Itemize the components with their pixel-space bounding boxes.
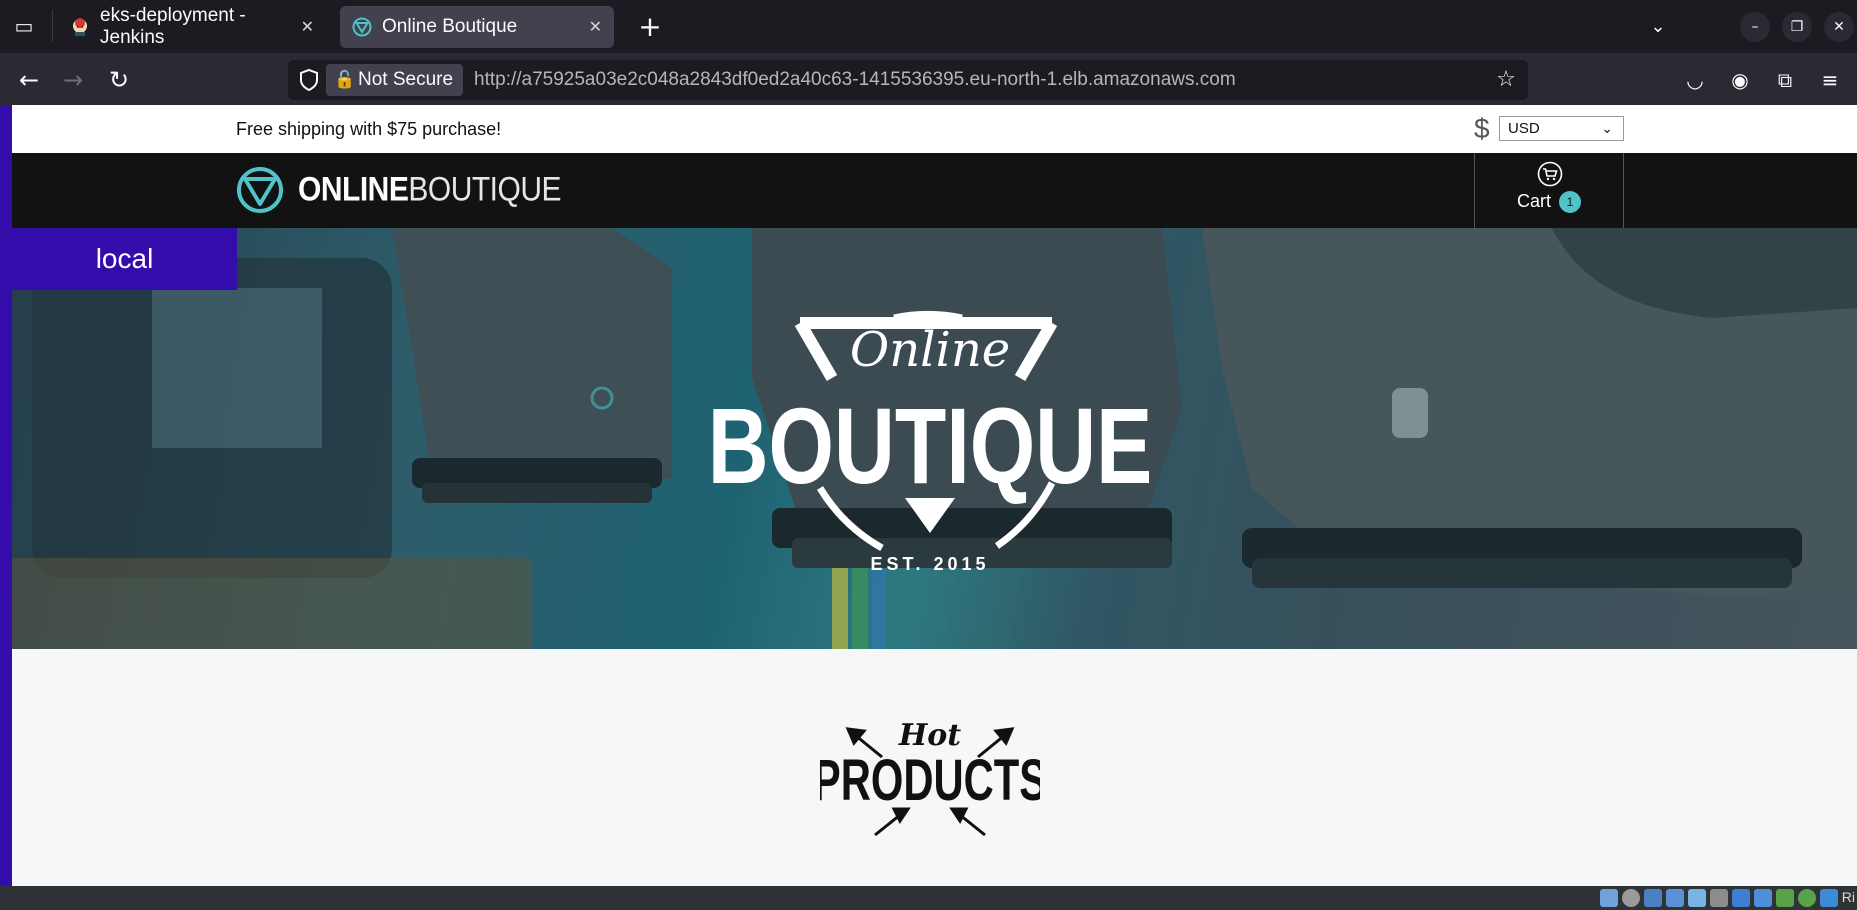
os-taskbar: Ri bbox=[0, 886, 1857, 910]
tray-text: Ri bbox=[1841, 889, 1855, 905]
tray-folder-icon[interactable] bbox=[1643, 889, 1662, 907]
logo-light-text: BOUTIQUE bbox=[408, 170, 562, 209]
tray-window-icon[interactable] bbox=[1665, 889, 1684, 907]
pocket-icon[interactable]: ◡ bbox=[1680, 65, 1710, 95]
browser-tab-bar: ▭ eks-deployment - Jenkins ✕ Online Bout… bbox=[0, 0, 1857, 53]
forward-icon[interactable]: → bbox=[56, 63, 90, 97]
boutique-logo-icon bbox=[237, 167, 283, 213]
back-icon[interactable]: ← bbox=[12, 63, 46, 97]
hot-products-heading: Hot PRODUCTS bbox=[820, 718, 1040, 837]
tab-title: Online Boutique bbox=[382, 16, 518, 37]
logo-bold-text: ONLINE bbox=[298, 170, 409, 209]
tab-separator bbox=[52, 10, 53, 42]
extensions-icon[interactable]: ⧉ bbox=[1770, 65, 1800, 95]
restore-icon[interactable]: ❐ bbox=[1782, 12, 1812, 42]
tray-download-icon[interactable] bbox=[1819, 889, 1838, 907]
free-shipping-text: Free shipping with $75 purchase! bbox=[236, 119, 502, 139]
bookmark-star-icon[interactable]: ☆ bbox=[1492, 66, 1520, 94]
cart-count-badge: 1 bbox=[1559, 191, 1581, 213]
not-secure-badge[interactable]: 🔓 Not Secure bbox=[326, 64, 464, 96]
hero-script-text: Online bbox=[850, 322, 1010, 378]
reload-icon[interactable]: ↻ bbox=[102, 63, 136, 97]
system-tray: Ri bbox=[1599, 888, 1857, 908]
browser-nav-bar: ← → ↻ 🔓 Not Secure http://a75925a03e2c04… bbox=[0, 53, 1857, 105]
hero-banner: Online BOUTIQUE EST. 2015 bbox=[12, 228, 1857, 649]
top-banner: Free shipping with $75 purchase! $ USD ⌄ bbox=[12, 105, 1857, 153]
tray-globe-icon[interactable] bbox=[1797, 889, 1816, 907]
logo-wordmark: ONLINEBOUTIQUE bbox=[298, 170, 562, 209]
tray-network-icon[interactable] bbox=[1753, 889, 1772, 907]
cart-icon bbox=[1537, 161, 1563, 187]
url-text[interactable]: http://a75925a03e2c048a2843df0ed2a40c63-… bbox=[474, 60, 1236, 100]
hero-image: Online BOUTIQUE EST. 2015 bbox=[12, 228, 1857, 649]
list-all-tabs-icon[interactable]: ⌄ bbox=[1643, 12, 1673, 42]
insecure-lock-icon: 🔓 bbox=[334, 70, 356, 89]
currency-value: USD bbox=[1508, 120, 1540, 137]
menu-icon[interactable]: ≡ bbox=[1815, 65, 1845, 95]
close-tab-icon[interactable]: ✕ bbox=[589, 17, 602, 37]
tab-title: eks-deployment - Jenkins bbox=[100, 5, 246, 48]
site-header: ONLINEBOUTIQUE Cart 1 bbox=[12, 153, 1857, 228]
close-window-icon[interactable]: ✕ bbox=[1824, 12, 1854, 42]
tray-app-icon[interactable] bbox=[1599, 889, 1618, 907]
currency-symbol: $ bbox=[1474, 113, 1490, 144]
environment-strip bbox=[0, 105, 12, 886]
site-logo[interactable]: ONLINEBOUTIQUE bbox=[236, 165, 562, 215]
hero-brand-text: BOUTIQUE bbox=[708, 385, 1153, 507]
hero-est-text: EST. 2015 bbox=[870, 554, 989, 574]
tray-update-icon[interactable] bbox=[1775, 889, 1794, 907]
hot-title-text: PRODUCTS bbox=[820, 747, 1040, 812]
security-label: Not Secure bbox=[358, 69, 454, 90]
boutique-icon bbox=[352, 17, 372, 37]
tab-list-icon[interactable]: ▭ bbox=[10, 12, 38, 40]
page-viewport: Free shipping with $75 purchase! $ USD ⌄… bbox=[0, 105, 1857, 886]
close-tab-icon[interactable]: ✕ bbox=[301, 17, 314, 37]
account-icon[interactable]: ◉ bbox=[1725, 65, 1755, 95]
tray-drive-icon[interactable] bbox=[1709, 889, 1728, 907]
tab-online-boutique[interactable]: Online Boutique ✕ bbox=[340, 6, 614, 48]
tab-jenkins[interactable]: eks-deployment - Jenkins ✕ bbox=[58, 5, 326, 48]
minimize-icon[interactable]: – bbox=[1740, 12, 1770, 42]
chevron-down-icon: ⌄ bbox=[1601, 120, 1613, 136]
address-bar[interactable]: 🔓 Not Secure http://a75925a03e2c048a2843… bbox=[288, 60, 1528, 100]
jenkins-icon bbox=[73, 18, 87, 36]
new-tab-button[interactable]: + bbox=[630, 8, 670, 46]
tray-display-icon[interactable] bbox=[1731, 889, 1750, 907]
shield-icon[interactable] bbox=[298, 68, 320, 92]
currency-select[interactable]: USD ⌄ bbox=[1499, 116, 1624, 141]
environment-label: local bbox=[12, 228, 237, 290]
tray-pen-icon[interactable] bbox=[1687, 889, 1706, 907]
cart-label: Cart bbox=[1517, 191, 1552, 211]
cart-button[interactable]: Cart 1 bbox=[1474, 153, 1624, 228]
tray-disc-icon[interactable] bbox=[1621, 889, 1640, 907]
